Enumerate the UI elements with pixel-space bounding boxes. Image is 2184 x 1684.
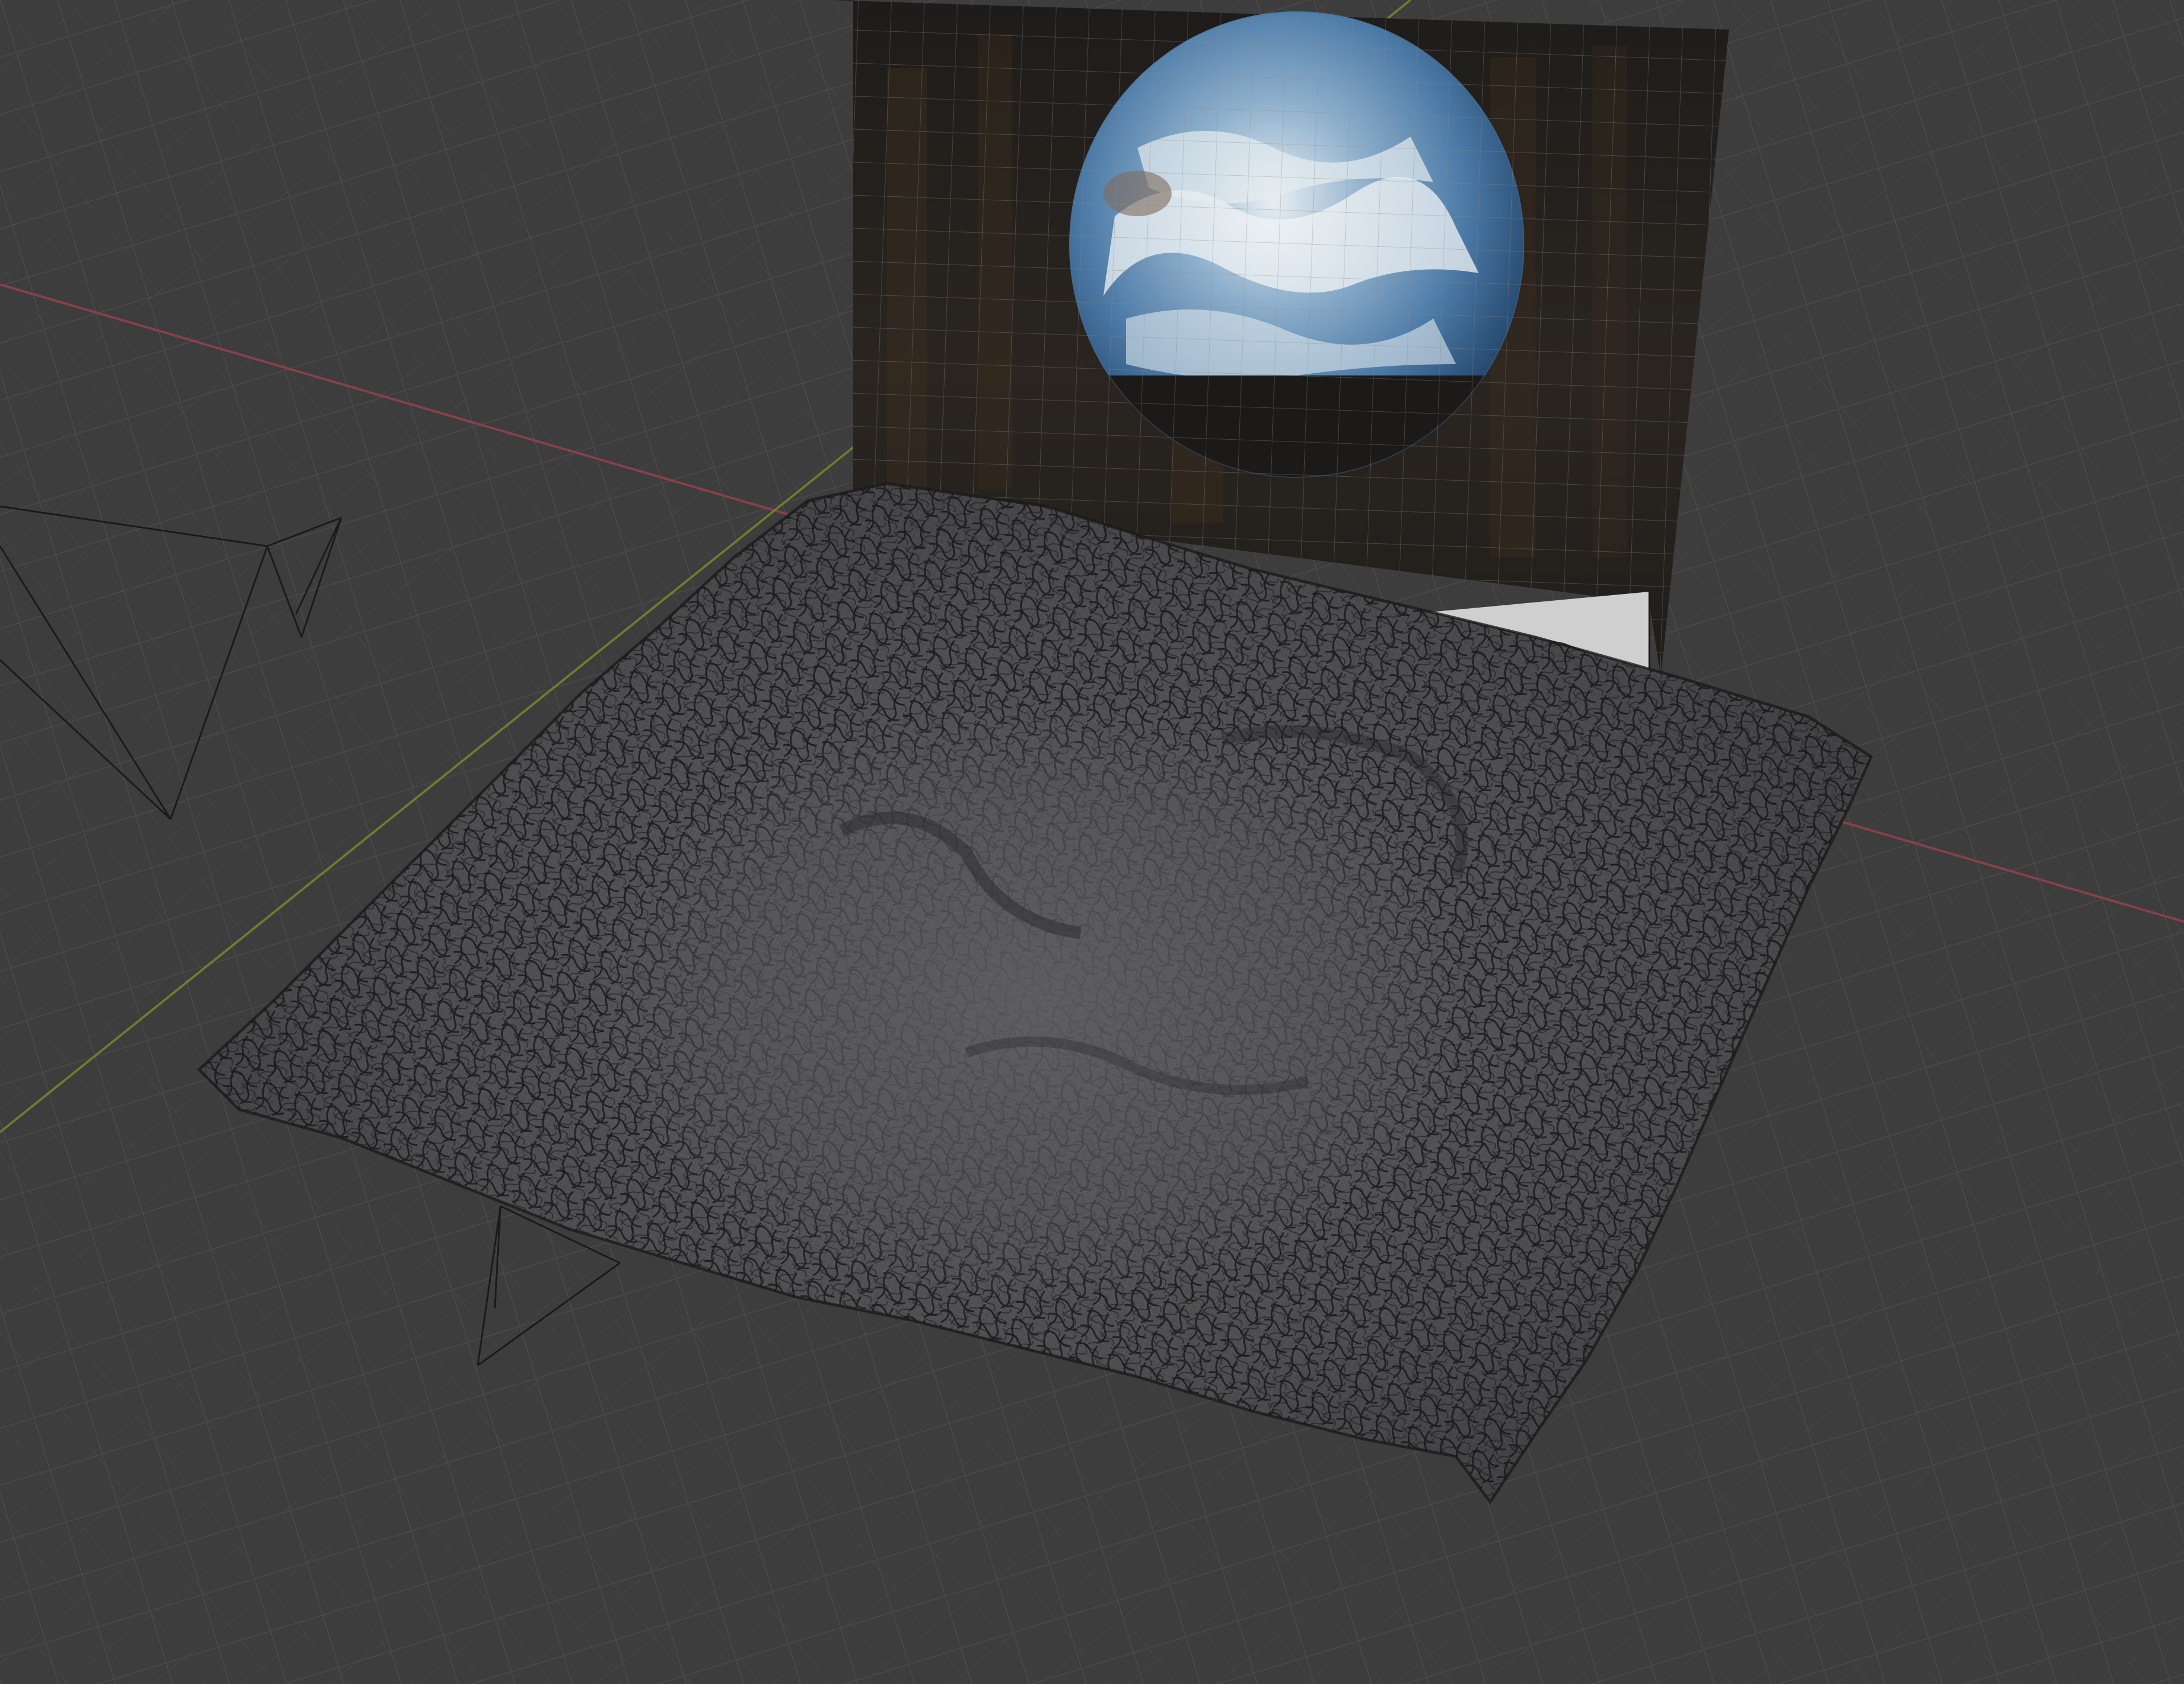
viewport-canvas[interactable]: [0, 0, 2184, 1684]
3d-viewport[interactable]: [0, 0, 2184, 1684]
